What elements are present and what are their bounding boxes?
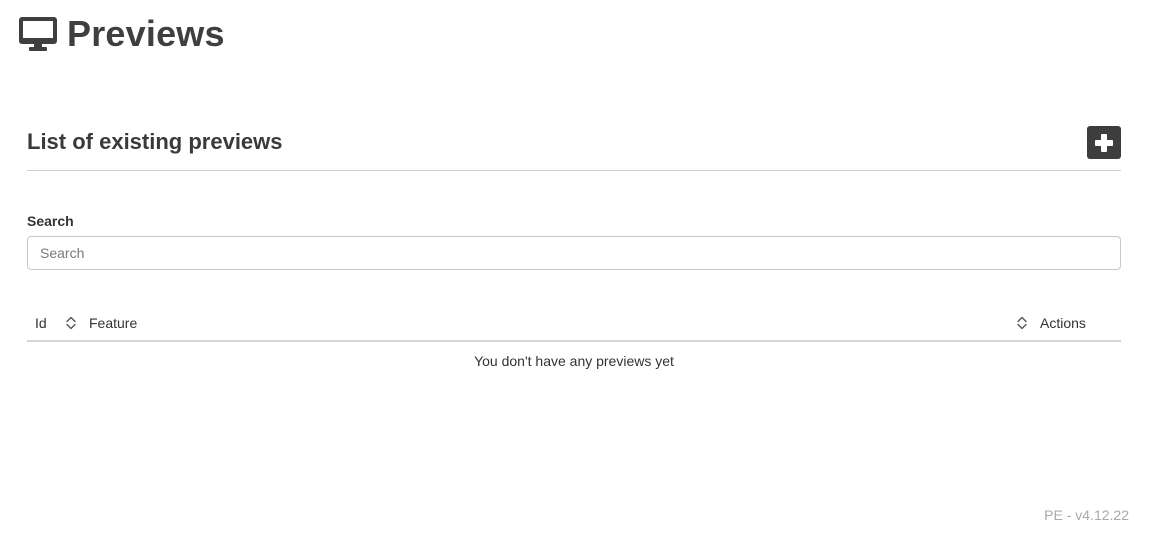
version-label: PE - v4.12.22 bbox=[1044, 507, 1129, 523]
column-header-actions: Actions bbox=[1040, 315, 1086, 331]
column-header-feature[interactable]: Feature bbox=[89, 315, 137, 331]
sort-feature-icon[interactable] bbox=[1016, 316, 1028, 330]
section-title: List of existing previews bbox=[27, 129, 283, 154]
empty-table-message: You don't have any previews yet bbox=[474, 353, 674, 369]
column-header-id[interactable]: Id bbox=[35, 315, 47, 331]
add-preview-button[interactable] bbox=[1087, 126, 1121, 159]
plus-icon bbox=[1095, 133, 1113, 152]
search-input[interactable] bbox=[27, 236, 1121, 270]
page-header: Previews bbox=[19, 14, 225, 54]
page-title: Previews bbox=[67, 13, 225, 54]
previews-page: Previews List of existing previews Searc… bbox=[0, 0, 1163, 549]
previews-list-header: List of existing previews bbox=[27, 124, 1121, 171]
desktop-monitor-icon bbox=[19, 17, 57, 51]
previews-table-header: Id Feature Actions bbox=[27, 306, 1121, 342]
search-label: Search bbox=[27, 213, 74, 229]
sort-id-icon[interactable] bbox=[65, 316, 77, 330]
